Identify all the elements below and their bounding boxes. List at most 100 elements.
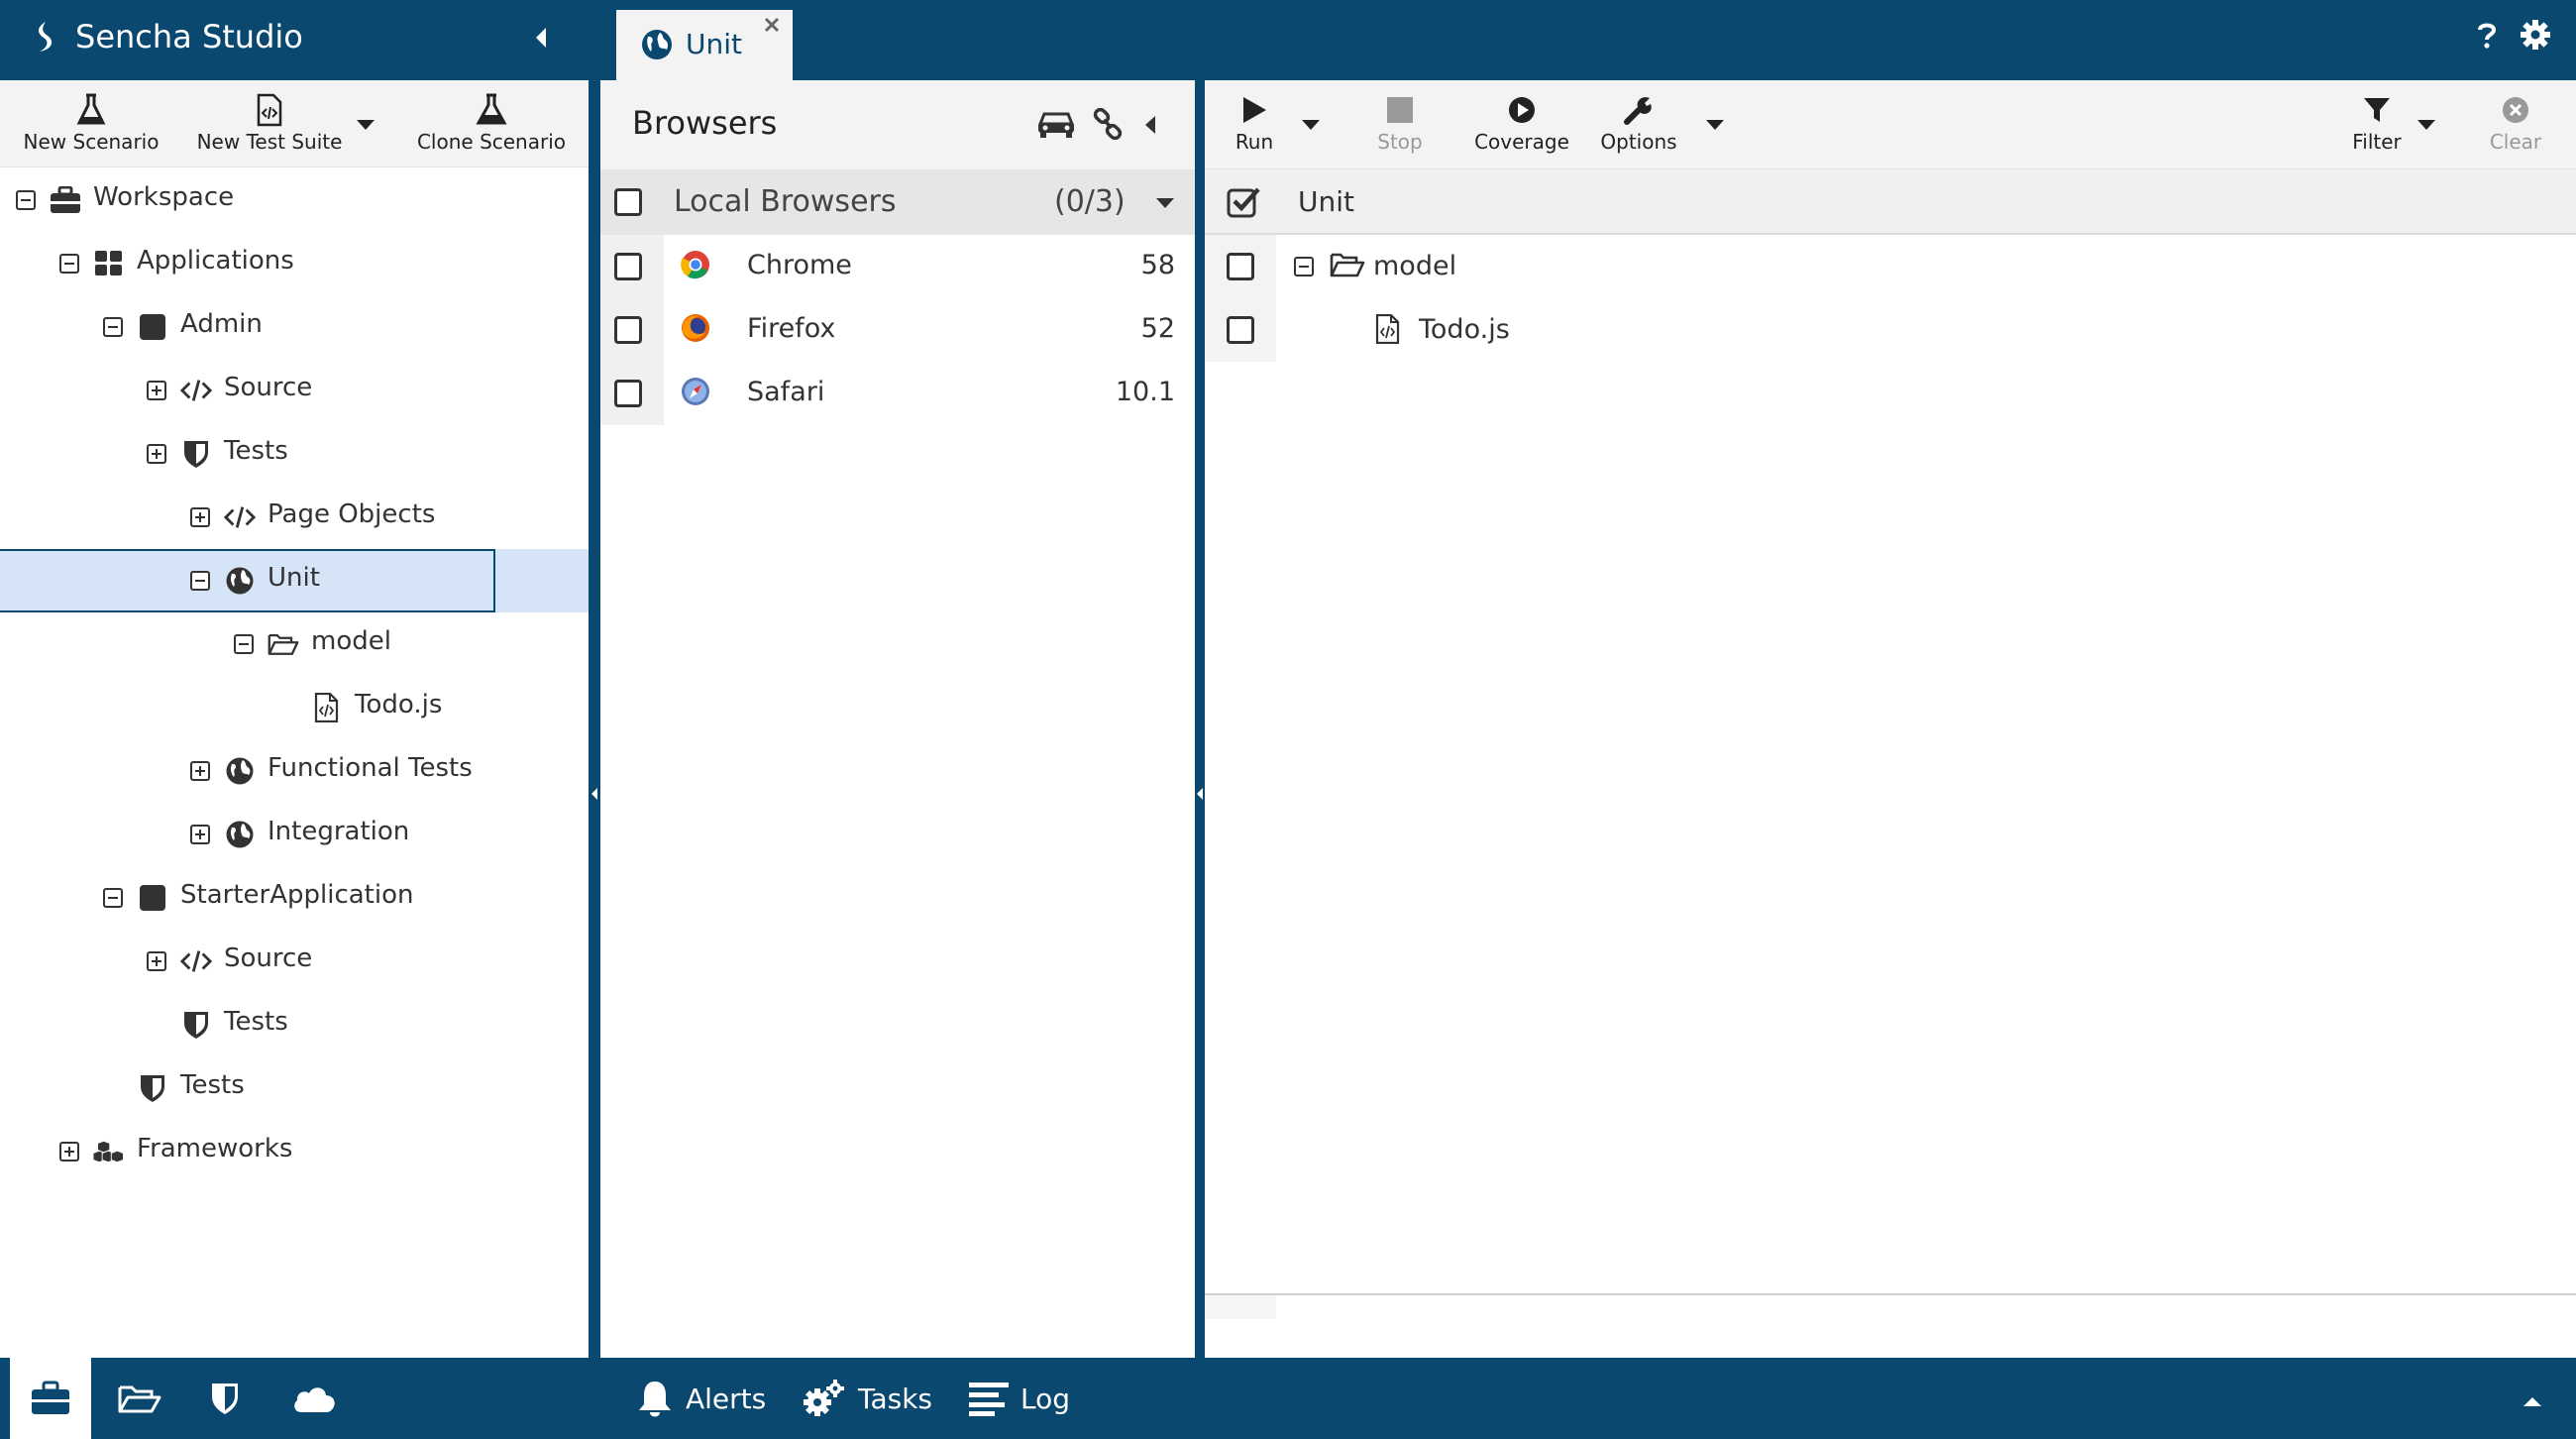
filter-button[interactable]: Filter <box>2344 80 2410 167</box>
help-icon[interactable] <box>2477 22 2497 50</box>
collapse-toggle-icon[interactable] <box>234 634 254 654</box>
group-collapse-icon[interactable] <box>1155 197 1175 209</box>
tree-node-model[interactable]: model <box>0 612 589 676</box>
options-menu-icon[interactable] <box>1704 118 1726 132</box>
tree-node-integration[interactable]: Integration <box>0 803 589 866</box>
checked-checkbox-icon[interactable] <box>1227 186 1260 218</box>
local-browsers-group[interactable]: Local Browsers (0/3) <box>600 169 1195 235</box>
collapse-toggle-icon[interactable] <box>16 190 36 210</box>
tree-node-admin[interactable]: Admin <box>0 295 589 359</box>
tree-node-frameworks[interactable]: Frameworks <box>0 1120 589 1183</box>
browser-row-chrome[interactable]: Chrome 58 <box>600 235 1195 298</box>
shield-icon <box>137 1073 168 1103</box>
local-browsers-checkbox[interactable] <box>614 188 642 216</box>
browser-row-firefox[interactable]: Firefox 52 <box>600 298 1195 362</box>
expand-toggle-icon[interactable] <box>190 761 210 781</box>
tree-node-label: model <box>311 626 391 656</box>
left-splitter[interactable] <box>589 80 600 1358</box>
clone-scenario-button[interactable]: Clone Scenario <box>414 80 569 167</box>
tree-node-label: Admin <box>180 309 263 339</box>
app-title: Sencha Studio <box>75 18 303 55</box>
tree-node-starterapplication[interactable]: StarterApplication <box>0 866 589 930</box>
footer-tab-workspace[interactable] <box>10 1358 91 1439</box>
suite-row-checkbox[interactable] <box>1227 316 1254 344</box>
collapse-browsers-icon[interactable] <box>1143 114 1157 136</box>
collapse-panel-icon[interactable] <box>533 26 549 50</box>
suite-row-todo-js[interactable]: Todo.js <box>1205 298 2576 362</box>
tree-node-applications[interactable]: Applications <box>0 232 589 295</box>
suite-row-model[interactable]: model <box>1205 235 2576 298</box>
tree-node-unit[interactable]: Unit <box>0 549 589 612</box>
log-button[interactable]: Log <box>969 1358 1070 1439</box>
footer-tab-files[interactable] <box>99 1358 180 1439</box>
suite-row-label: model <box>1373 251 1457 281</box>
tab-unit[interactable]: Unit <box>616 10 793 80</box>
gear-icon[interactable] <box>2521 20 2550 50</box>
collapse-toggle-icon[interactable] <box>59 254 79 274</box>
filter-icon <box>2363 92 2391 128</box>
clear-icon <box>2502 92 2529 128</box>
run-button[interactable]: Run <box>1217 80 1292 167</box>
tree-node-todo-js[interactable]: Todo.js <box>0 676 589 739</box>
play-circle-icon <box>1507 92 1537 128</box>
expand-toggle-icon[interactable] <box>147 951 166 971</box>
new-scenario-button[interactable]: New Scenario <box>20 80 162 167</box>
tree-node-label: Source <box>224 943 313 973</box>
collapse-toggle-icon[interactable] <box>1294 257 1314 277</box>
new-test-suite-menu-icon[interactable] <box>355 118 376 132</box>
globe-icon <box>224 820 256 849</box>
expand-toggle-icon[interactable] <box>59 1142 79 1162</box>
expand-toggle-icon[interactable] <box>190 507 210 527</box>
studio-header: Sencha Studio <box>0 0 589 80</box>
tree-node-tests[interactable]: Tests <box>0 993 589 1056</box>
workspace-tree: Workspace Applications Admin Source Tests Pag… <box>0 168 589 1358</box>
tree-node-tests[interactable]: Tests <box>0 1056 589 1120</box>
tree-node-functional-tests[interactable]: Functional Tests <box>0 739 589 803</box>
collapse-toggle-icon[interactable] <box>103 888 123 908</box>
middle-splitter[interactable] <box>1195 80 1205 1358</box>
gears-icon <box>803 1379 846 1418</box>
filter-menu-icon[interactable] <box>2415 118 2437 132</box>
cubes-icon <box>93 1137 125 1166</box>
collapse-toggle-icon[interactable] <box>103 317 123 337</box>
expand-toggle-icon[interactable] <box>147 444 166 464</box>
stop-button[interactable]: Stop <box>1361 80 1439 167</box>
grid-icon <box>93 249 125 278</box>
tree-node-source[interactable]: Source <box>0 359 589 422</box>
run-menu-icon[interactable] <box>1300 118 1322 132</box>
cloud-icon <box>291 1383 337 1414</box>
coverage-button[interactable]: Coverage <box>1470 80 1573 167</box>
expand-bottom-icon[interactable] <box>2522 1395 2542 1407</box>
footer-tab-tests[interactable] <box>184 1358 266 1439</box>
expand-toggle-icon[interactable] <box>147 381 166 400</box>
suite-header[interactable]: Unit <box>1205 169 2576 235</box>
left-panel: Sencha Studio New Scenario New Test Suit… <box>0 0 589 1439</box>
file-code-icon <box>1375 314 1401 344</box>
browser-checkbox[interactable] <box>614 380 642 407</box>
footer-tab-cloud[interactable] <box>273 1358 355 1439</box>
new-test-suite-button[interactable]: New Test Suite <box>194 80 345 167</box>
car-icon[interactable] <box>1036 108 1076 140</box>
alerts-button[interactable]: Alerts <box>636 1358 766 1439</box>
tree-node-source[interactable]: Source <box>0 930 589 993</box>
expand-toggle-icon[interactable] <box>190 825 210 844</box>
link-icon[interactable] <box>1092 108 1124 140</box>
browser-row-safari[interactable]: Safari 10.1 <box>600 362 1195 425</box>
options-button[interactable]: Options <box>1595 80 1682 167</box>
suite-row-checkbox[interactable] <box>1227 253 1254 280</box>
shield-icon <box>180 1010 212 1040</box>
bell-icon <box>636 1379 674 1418</box>
tree-node-label: Functional Tests <box>268 753 473 783</box>
tree-node-tests[interactable]: Tests <box>0 422 589 486</box>
tree-node-workspace[interactable]: Workspace <box>0 168 589 232</box>
clear-button[interactable]: Clear <box>2483 80 2548 167</box>
square-icon <box>137 883 168 913</box>
browser-checkbox[interactable] <box>614 316 642 344</box>
tree-node-label: Integration <box>268 817 410 846</box>
browser-name: Safari <box>747 377 825 407</box>
collapse-toggle-icon[interactable] <box>190 571 210 591</box>
tasks-button[interactable]: Tasks <box>803 1358 932 1439</box>
tree-node-page-objects[interactable]: Page Objects <box>0 486 589 549</box>
browser-checkbox[interactable] <box>614 253 642 280</box>
close-tab-icon[interactable] <box>763 16 781 34</box>
